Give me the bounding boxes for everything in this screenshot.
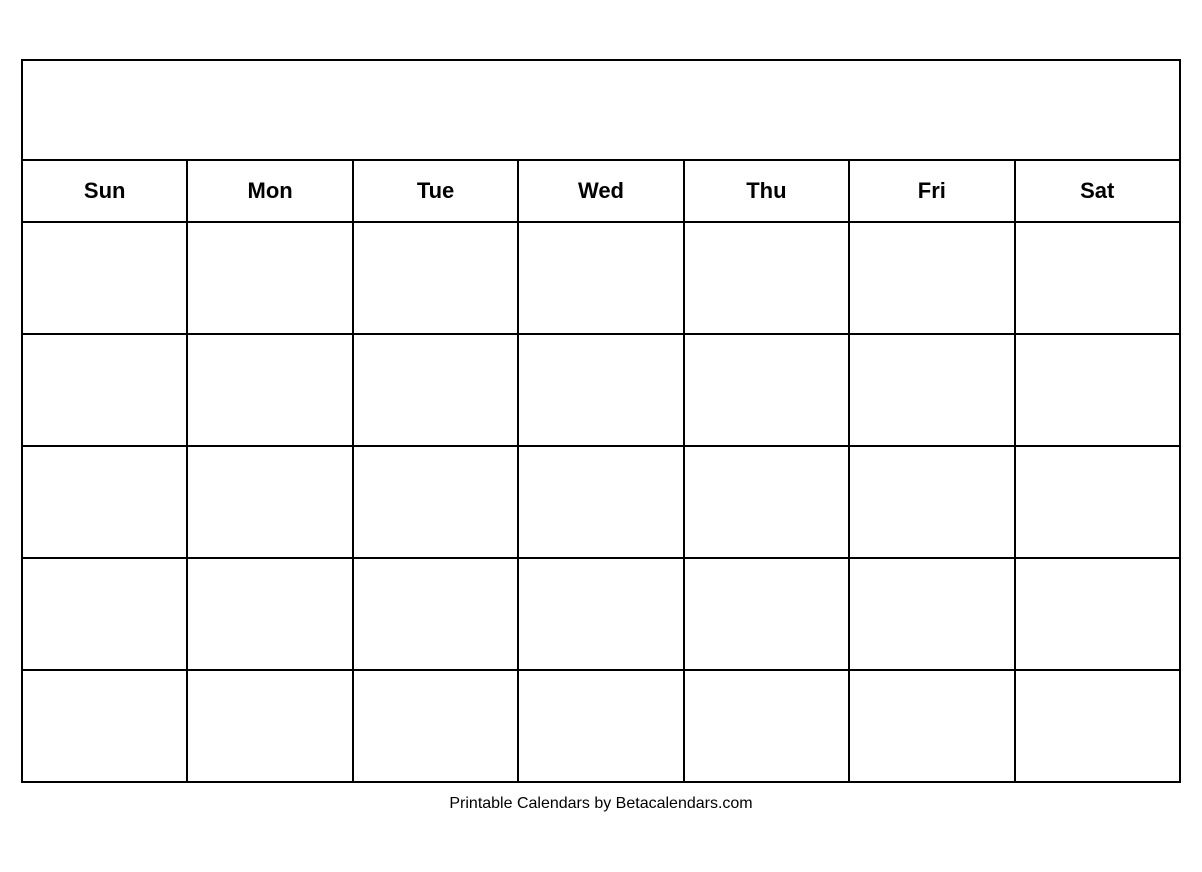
cell-r2-tue	[354, 335, 519, 445]
cell-r4-mon	[188, 559, 353, 669]
calendar-title-row	[23, 61, 1179, 161]
cell-r5-thu	[685, 671, 850, 781]
header-mon: Mon	[188, 161, 353, 221]
cell-r3-mon	[188, 447, 353, 557]
cell-r5-sat	[1016, 671, 1179, 781]
calendar-header-row: Sun Mon Tue Wed Thu Fri Sat	[23, 161, 1179, 223]
cell-r2-sat	[1016, 335, 1179, 445]
header-sat: Sat	[1016, 161, 1179, 221]
calendar-row-5	[23, 671, 1179, 781]
cell-r2-thu	[685, 335, 850, 445]
cell-r2-wed	[519, 335, 684, 445]
cell-r3-fri	[850, 447, 1015, 557]
cell-r5-tue	[354, 671, 519, 781]
cell-r3-sat	[1016, 447, 1179, 557]
cell-r4-thu	[685, 559, 850, 669]
cell-r1-wed	[519, 223, 684, 333]
cell-r3-thu	[685, 447, 850, 557]
cell-r1-tue	[354, 223, 519, 333]
cell-r2-mon	[188, 335, 353, 445]
cell-r1-fri	[850, 223, 1015, 333]
cell-r4-wed	[519, 559, 684, 669]
cell-r1-sun	[23, 223, 188, 333]
cell-r3-sun	[23, 447, 188, 557]
header-sun: Sun	[23, 161, 188, 221]
cell-r4-tue	[354, 559, 519, 669]
cell-r1-mon	[188, 223, 353, 333]
header-fri: Fri	[850, 161, 1015, 221]
cell-r4-fri	[850, 559, 1015, 669]
cell-r3-wed	[519, 447, 684, 557]
cell-r5-sun	[23, 671, 188, 781]
cell-r5-mon	[188, 671, 353, 781]
cell-r1-sat	[1016, 223, 1179, 333]
header-thu: Thu	[685, 161, 850, 221]
cell-r4-sun	[23, 559, 188, 669]
calendar-row-4	[23, 559, 1179, 671]
calendar-container: Sun Mon Tue Wed Thu Fri Sat	[21, 59, 1181, 783]
cell-r2-fri	[850, 335, 1015, 445]
cell-r5-fri	[850, 671, 1015, 781]
calendar-wrapper: Sun Mon Tue Wed Thu Fri Sat	[21, 59, 1181, 813]
cell-r4-sat	[1016, 559, 1179, 669]
calendar-row-3	[23, 447, 1179, 559]
calendar-body	[23, 223, 1179, 781]
cell-r3-tue	[354, 447, 519, 557]
header-wed: Wed	[519, 161, 684, 221]
calendar-row-1	[23, 223, 1179, 335]
cell-r5-wed	[519, 671, 684, 781]
calendar-row-2	[23, 335, 1179, 447]
footer-text: Printable Calendars by Betacalendars.com	[21, 795, 1181, 813]
cell-r1-thu	[685, 223, 850, 333]
header-tue: Tue	[354, 161, 519, 221]
cell-r2-sun	[23, 335, 188, 445]
